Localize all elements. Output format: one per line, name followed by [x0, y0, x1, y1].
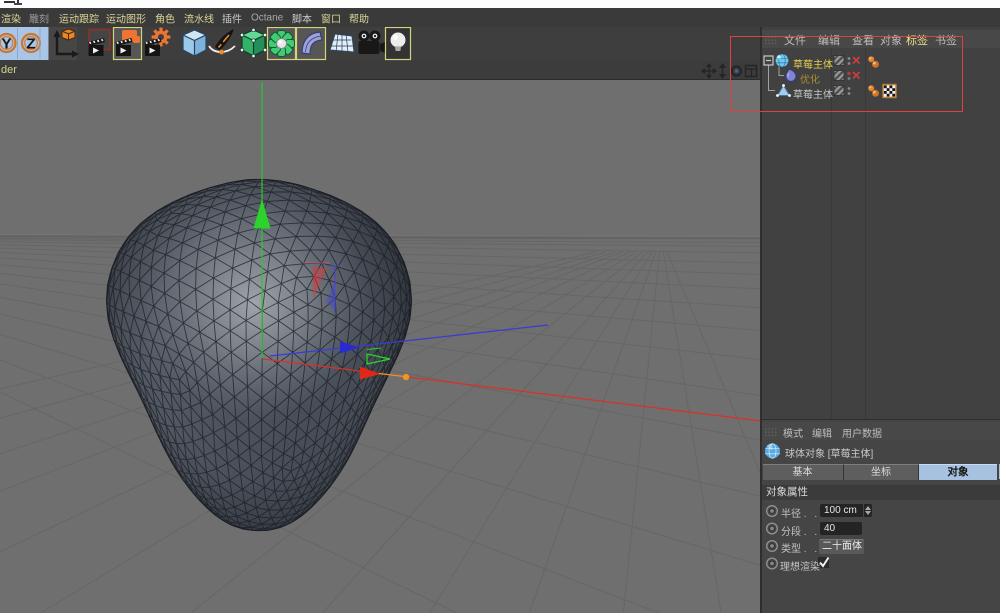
svg-text:Y: Y	[1, 36, 11, 53]
svg-text:Z: Z	[26, 36, 35, 53]
